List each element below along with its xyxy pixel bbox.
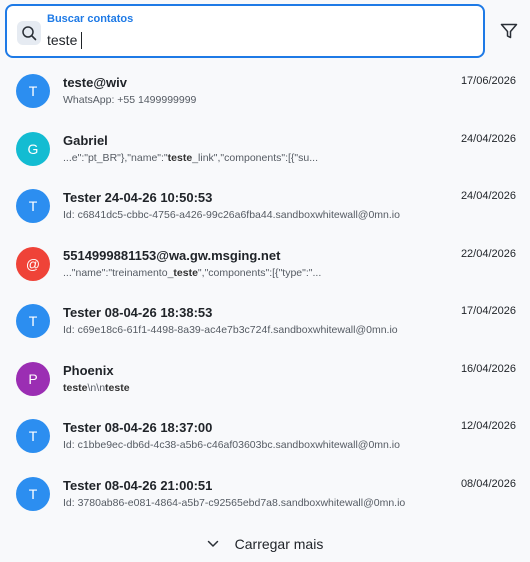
filter-button[interactable] — [497, 19, 521, 43]
contact-row[interactable]: T Tester 08-04-26 21:00:51 Id: 3780ab86-e0… — [0, 465, 530, 523]
filter-icon — [500, 23, 518, 39]
contact-list: Tteste@wiv WhatsApp: +55 1499999999 17/06/… — [0, 62, 530, 522]
load-more-button[interactable]: Carregar mais — [0, 534, 530, 554]
contact-name: Tester 08-04-26 18:37:00 — [63, 420, 213, 435]
contact-date: 16/04/2026 — [460, 362, 516, 375]
contact-date: 12/04/2026 — [460, 420, 516, 432]
avatar: T — [16, 476, 50, 511]
contact-row[interactable]: T Tester 08-04-26 18:37:00 Id: c1bbe9ec-db… — [0, 407, 530, 465]
contact-row[interactable]: Tteste@wiv WhatsApp: +55 1499999999 17/06/… — [0, 62, 530, 120]
contact-name: Phoenix — [63, 362, 114, 378]
contact-name: Tester 24-04-26 10:50:53 — [63, 190, 213, 205]
contact-date: 24/04/2026 — [460, 190, 516, 202]
contact-last-message: Id: c69e18c6-61f1-4498-8a39-ac4e7b3c724f… — [63, 324, 398, 336]
contact-last-message: teste\n\nteste — [63, 381, 130, 394]
contact-date: 17/06/2026 — [460, 75, 516, 87]
contact-last-message: Id: 3780ab86-e081-4864-a5b7-c92565ebd7a8… — [63, 496, 406, 509]
search-input[interactable] — [47, 29, 467, 51]
avatar: T — [16, 74, 50, 108]
contact-name: teste@wiv — [63, 75, 127, 90]
contact-row[interactable]: P Phoenix teste\n\nteste 16/04/2026 — [0, 350, 530, 408]
contact-name: 5514999881153@wa.gw.msging.net — [63, 247, 281, 263]
contact-name: Tester 08-04-26 21:00:51 — [63, 477, 213, 493]
avatar: T — [16, 189, 50, 223]
contact-last-message: ...e":"pt_BR"},"name":"teste_link","comp… — [63, 151, 318, 164]
avatar: P — [16, 361, 50, 396]
contact-date: 17/04/2026 — [460, 305, 516, 317]
contact-date: 08/04/2026 — [460, 477, 516, 490]
avatar: T — [16, 419, 50, 453]
contact-name: Gabriel — [63, 132, 108, 148]
text-caret — [81, 32, 82, 49]
avatar: T — [16, 304, 50, 338]
search-label: Buscar contatos — [47, 13, 134, 25]
chevron-down-icon — [207, 540, 218, 547]
load-more-label: Carregar mais — [234, 536, 324, 552]
contact-date: 22/04/2026 — [460, 247, 516, 260]
avatar: G — [16, 131, 50, 166]
contact-last-message: Id: c1bbe9ec-db6d-4c38-a5b6-c46af03603bc… — [63, 439, 400, 451]
contact-row[interactable]: @5514999881153@wa.gw.msging.net ..."name"… — [0, 235, 530, 293]
search-icon — [17, 21, 41, 45]
contact-row[interactable]: T Tester 08-04-26 18:38:53 Id: c69e18c6-61… — [0, 292, 530, 350]
contact-last-message: ..."name":"treinamento_teste","component… — [63, 266, 322, 279]
search-box[interactable]: Buscar contatos — [5, 4, 485, 58]
contact-row[interactable]: G Gabriel ...e":"pt_BR"},"name":"teste_lin… — [0, 120, 530, 178]
contact-last-message: WhatsApp: +55 1499999999 — [63, 94, 197, 106]
contact-name: Tester 08-04-26 18:38:53 — [63, 305, 213, 320]
contact-row[interactable]: T Tester 24-04-26 10:50:53 Id: c6841dc5-cb… — [0, 177, 530, 235]
contact-date: 24/04/2026 — [460, 132, 516, 145]
avatar: @ — [16, 246, 50, 281]
contact-last-message: Id: c6841dc5-cbbc-4756-a426-99c26a6fba44… — [63, 209, 400, 221]
